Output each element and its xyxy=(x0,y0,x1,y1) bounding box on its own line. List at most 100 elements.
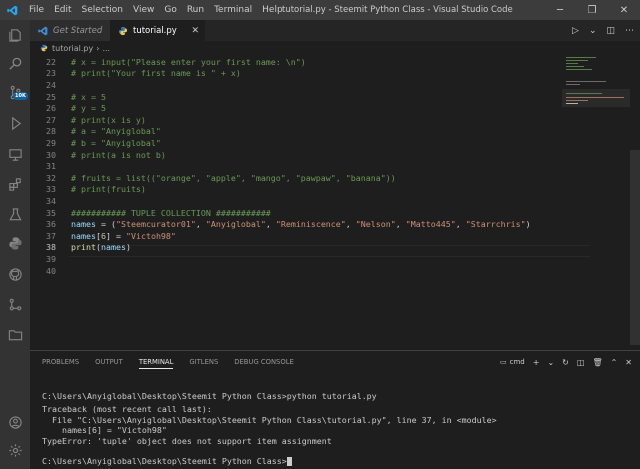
line-number: 29 xyxy=(46,137,56,148)
run-file-icon[interactable]: ▷ xyxy=(572,26,579,36)
chevron-down-icon[interactable]: ⌄ xyxy=(547,358,554,367)
terminal-select[interactable]: ▭ cmd xyxy=(500,358,525,366)
breadcrumb-more[interactable]: ... xyxy=(102,44,110,53)
split-terminal-icon[interactable]: ◫ xyxy=(577,358,585,367)
minimap-line xyxy=(566,66,584,67)
minimap-line xyxy=(566,63,578,64)
python-icon[interactable] xyxy=(0,229,30,257)
search-icon[interactable] xyxy=(0,49,30,77)
close-window-icon[interactable]: ✕ xyxy=(608,0,640,20)
code-token: names xyxy=(71,219,96,230)
minimap-line xyxy=(566,84,580,85)
code-line: 28 # a = "Anyiglobal" xyxy=(30,126,590,138)
tab-get-started[interactable]: Get Started xyxy=(30,20,110,41)
folder-icon[interactable] xyxy=(0,320,30,348)
editor-scrollbar[interactable] xyxy=(630,150,640,345)
menu-terminal[interactable]: Terminal xyxy=(209,0,257,20)
menu-selection[interactable]: Selection xyxy=(77,0,128,20)
line-number: 27 xyxy=(46,114,56,125)
accounts-icon[interactable] xyxy=(0,408,30,436)
menu-bar: File Edit Selection View Go Run Terminal… xyxy=(24,0,288,20)
line-number: 40 xyxy=(46,265,56,276)
extensions-icon[interactable] xyxy=(0,170,30,198)
source-control-icon[interactable]: 10K xyxy=(0,78,30,106)
terminal-line: Traceback (most recent call last): xyxy=(42,404,212,414)
code-token: "Anyiglobal" xyxy=(205,219,266,230)
settings-gear-icon[interactable] xyxy=(0,436,30,464)
code-line: 24 xyxy=(30,79,590,91)
run-dropdown-icon[interactable]: ⌄ xyxy=(589,26,597,36)
code-token: , xyxy=(455,219,466,230)
close-panel-icon[interactable]: ✕ xyxy=(625,358,632,367)
code-token: # print(a is not b) xyxy=(71,149,166,160)
tab-output[interactable]: OUTPUT xyxy=(95,355,123,369)
code-text: names[6] = "Victoh98" xyxy=(71,231,176,241)
code-token: # print(fruits) xyxy=(71,184,146,195)
tab-problems[interactable]: PROBLEMS xyxy=(42,355,79,369)
line-number: 39 xyxy=(46,253,56,264)
tab-label: tutorial.py xyxy=(133,25,177,36)
code-token: ########### TUPLE COLLECTION ########### xyxy=(71,207,271,218)
tab-tutorial-py[interactable]: tutorial.py ✕ xyxy=(110,20,205,41)
restore-icon[interactable]: ❐ xyxy=(576,0,608,20)
testing-icon[interactable] xyxy=(0,200,30,228)
code-text: names = ("Steemcurator01", "Anyiglobal",… xyxy=(71,219,531,229)
code-text: # b = "Anyiglobal" xyxy=(71,138,161,148)
split-editor-icon[interactable]: ◫ xyxy=(606,26,615,36)
line-number: 25 xyxy=(46,91,56,102)
github-icon[interactable] xyxy=(0,260,30,288)
restart-icon[interactable]: ↻ xyxy=(562,358,569,367)
line-number: 37 xyxy=(46,230,56,241)
remote-explorer-icon[interactable] xyxy=(0,140,30,168)
gitlens-icon[interactable] xyxy=(0,290,30,318)
chevron-up-icon[interactable]: ⌃ xyxy=(611,358,618,367)
close-tab-icon[interactable]: ✕ xyxy=(191,26,199,36)
minimap-slider[interactable] xyxy=(562,89,630,107)
trash-icon[interactable]: 🗑 xyxy=(592,358,602,367)
code-editor[interactable]: 22 # x = input("Please enter your first n… xyxy=(30,55,630,345)
code-token: ] = xyxy=(105,230,126,241)
code-token: ) xyxy=(125,242,131,253)
new-terminal-icon[interactable]: + xyxy=(533,358,540,367)
run-debug-icon[interactable] xyxy=(0,109,30,137)
minimap[interactable] xyxy=(562,55,630,115)
menu-run[interactable]: Run xyxy=(182,0,209,20)
tab-label: Get Started xyxy=(53,25,103,36)
tab-terminal[interactable]: TERMINAL xyxy=(138,355,174,369)
minimap-line xyxy=(566,93,602,94)
code-line: 34 xyxy=(30,195,590,207)
explorer-icon[interactable] xyxy=(0,20,30,48)
line-number: 23 xyxy=(46,68,56,79)
code-text: # fruits = list(("orange", "apple", "man… xyxy=(71,173,396,183)
minimap-line xyxy=(566,97,624,98)
menu-edit[interactable]: Edit xyxy=(49,0,76,20)
code-line: 27 # print(x is y) xyxy=(30,114,590,126)
terminal-line: names[6] = "Victoh98" xyxy=(42,425,167,435)
code-text: print(names) xyxy=(71,242,131,252)
terminal-line: C:\Users\Anyiglobal\Desktop\Steemit Pyth… xyxy=(42,391,377,401)
code-token: names xyxy=(71,230,96,241)
editor-actions: ▷ ⌄ ◫ ⋯ xyxy=(572,20,634,41)
breadcrumb-file[interactable]: tutorial.py xyxy=(52,44,93,53)
code-line: 32 # fruits = list(("orange", "apple", "m… xyxy=(30,172,590,184)
more-actions-icon[interactable]: ⋯ xyxy=(625,26,634,36)
menu-go[interactable]: Go xyxy=(159,0,181,20)
code-text: ########### TUPLE COLLECTION ########### xyxy=(71,208,271,218)
code-line: 38 print(names) xyxy=(30,242,590,254)
menu-file[interactable]: File xyxy=(24,0,49,20)
python-file-icon xyxy=(118,26,128,36)
line-number: 26 xyxy=(46,103,56,114)
menu-view[interactable]: View xyxy=(128,0,159,20)
tab-debug-console[interactable]: DEBUG CONSOLE xyxy=(234,355,294,369)
minimize-icon[interactable]: ─ xyxy=(544,0,576,20)
tab-gitlens[interactable]: GITLENS xyxy=(189,355,218,369)
terminal-line: File "C:\Users\Anyiglobal\Desktop\Steemi… xyxy=(42,414,497,425)
editor-tab-bar: Get Started tutorial.py ✕ ▷ ⌄ ◫ ⋯ xyxy=(30,20,640,41)
code-token: # x = input("Please enter your first nam… xyxy=(71,56,306,67)
code-token: , xyxy=(265,219,276,230)
code-token: # print(x is y) xyxy=(71,114,146,125)
breadcrumb: tutorial.py › ... xyxy=(30,41,640,55)
terminal-prompt: C:\Users\Anyiglobal\Desktop\Steemit Pyth… xyxy=(42,456,292,467)
python-file-icon xyxy=(40,44,48,52)
vscode-logo-icon xyxy=(0,0,24,20)
